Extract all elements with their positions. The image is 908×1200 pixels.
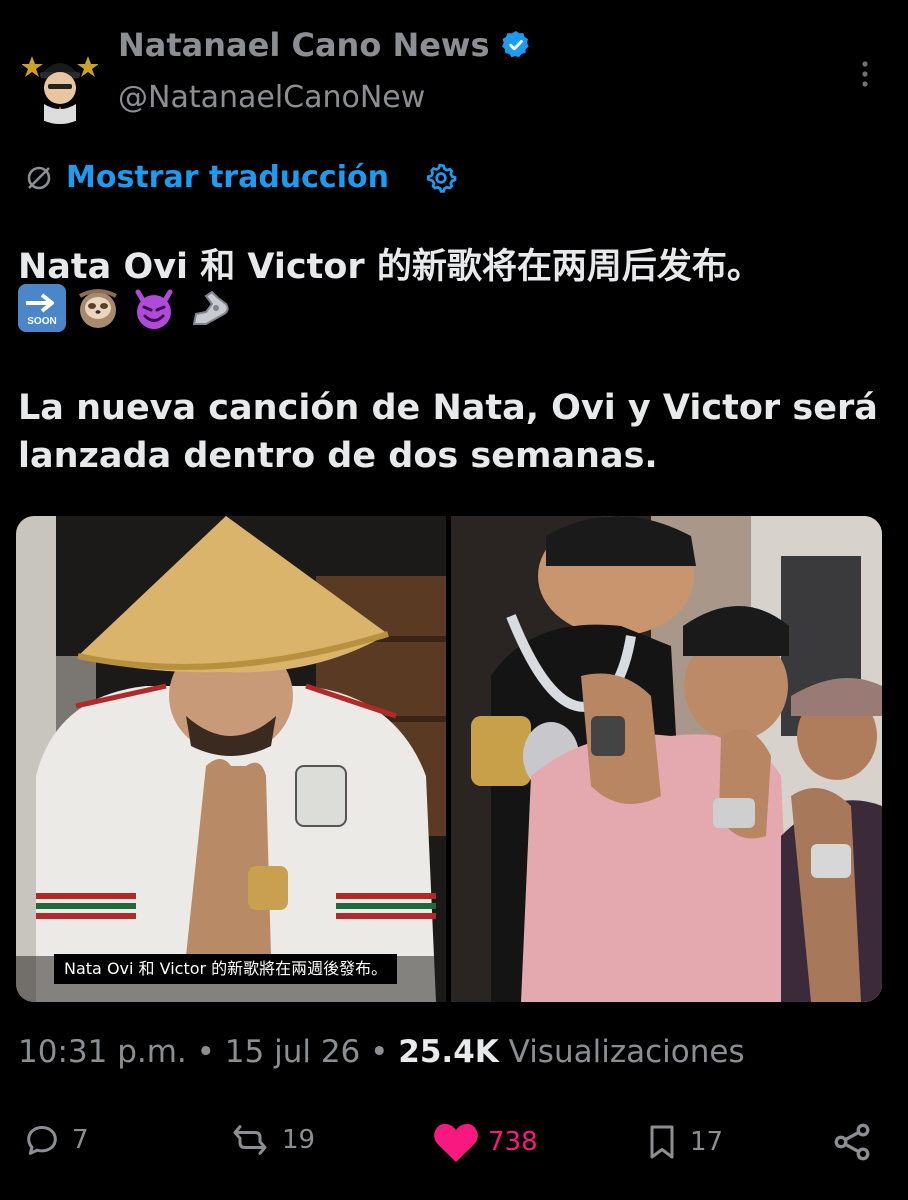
reply-icon — [27, 1126, 57, 1155]
avatar[interactable] — [18, 40, 102, 124]
reply-button[interactable]: 7 — [20, 1120, 89, 1160]
reply-count: 7 — [72, 1125, 89, 1155]
meta-separator: • — [370, 1034, 389, 1070]
verified-badge-icon — [501, 31, 529, 58]
author-handle[interactable]: @NatanaelCanoNew — [118, 80, 425, 115]
tweet-time[interactable]: 10:31 p.m. — [18, 1034, 187, 1070]
soon-arrow-icon: SOON — [18, 284, 66, 332]
action-bar: 7 19 738 17 — [0, 1110, 908, 1170]
gear-icon[interactable] — [425, 162, 457, 194]
author-name[interactable]: Natanael Cano News — [118, 26, 490, 64]
like-count: 738 — [488, 1127, 538, 1157]
tweet-photo-2[interactable] — [451, 516, 882, 1002]
tweet-text-es-1: La nueva canción de Nata, Ovi y Victor s… — [18, 388, 878, 428]
tweet-text-zh: Nata Ovi 和 Victor 的新歌将在两周后发布。 — [18, 247, 762, 287]
share-icon — [834, 1123, 870, 1161]
repost-button[interactable]: 19 — [226, 1120, 315, 1160]
translate-row: Mostrar traducción — [24, 160, 457, 195]
heart-icon — [434, 1123, 478, 1162]
sloth-icon — [74, 284, 122, 332]
more-options-icon[interactable] — [852, 56, 878, 92]
bookmark-icon — [650, 1125, 674, 1159]
show-translation-link[interactable]: Mostrar traducción — [66, 160, 389, 195]
image-caption: Nata Ovi 和 Victor 的新歌將在兩週後發布。 — [54, 954, 398, 984]
repost-count: 19 — [282, 1125, 316, 1155]
author-name-row[interactable]: Natanael Cano News — [118, 26, 532, 64]
tweet-photo-1[interactable] — [16, 516, 446, 1002]
bookmark-count: 17 — [690, 1127, 724, 1157]
tweet-meta: 10:31 p.m. • 15 jul 26 • 25.4K Visualiza… — [18, 1034, 745, 1070]
views-label: Visualizaciones — [508, 1034, 745, 1070]
tweet-text-es-2: lanzada dentro de dos semanas. — [18, 436, 658, 476]
meta-separator: • — [196, 1034, 215, 1070]
smiling-devil-icon — [130, 284, 178, 332]
mechanical-arm-icon — [186, 284, 234, 332]
share-button[interactable] — [830, 1120, 874, 1164]
emoji-row: SOON — [18, 284, 234, 332]
views-count[interactable]: 25.4K — [398, 1034, 499, 1070]
repost-icon — [233, 1125, 267, 1155]
bookmark-button[interactable]: 17 — [642, 1120, 723, 1164]
translate-globe-icon — [27, 166, 51, 189]
like-button[interactable]: 738 — [432, 1120, 538, 1164]
tweet-date[interactable]: 15 jul 26 — [225, 1034, 360, 1070]
